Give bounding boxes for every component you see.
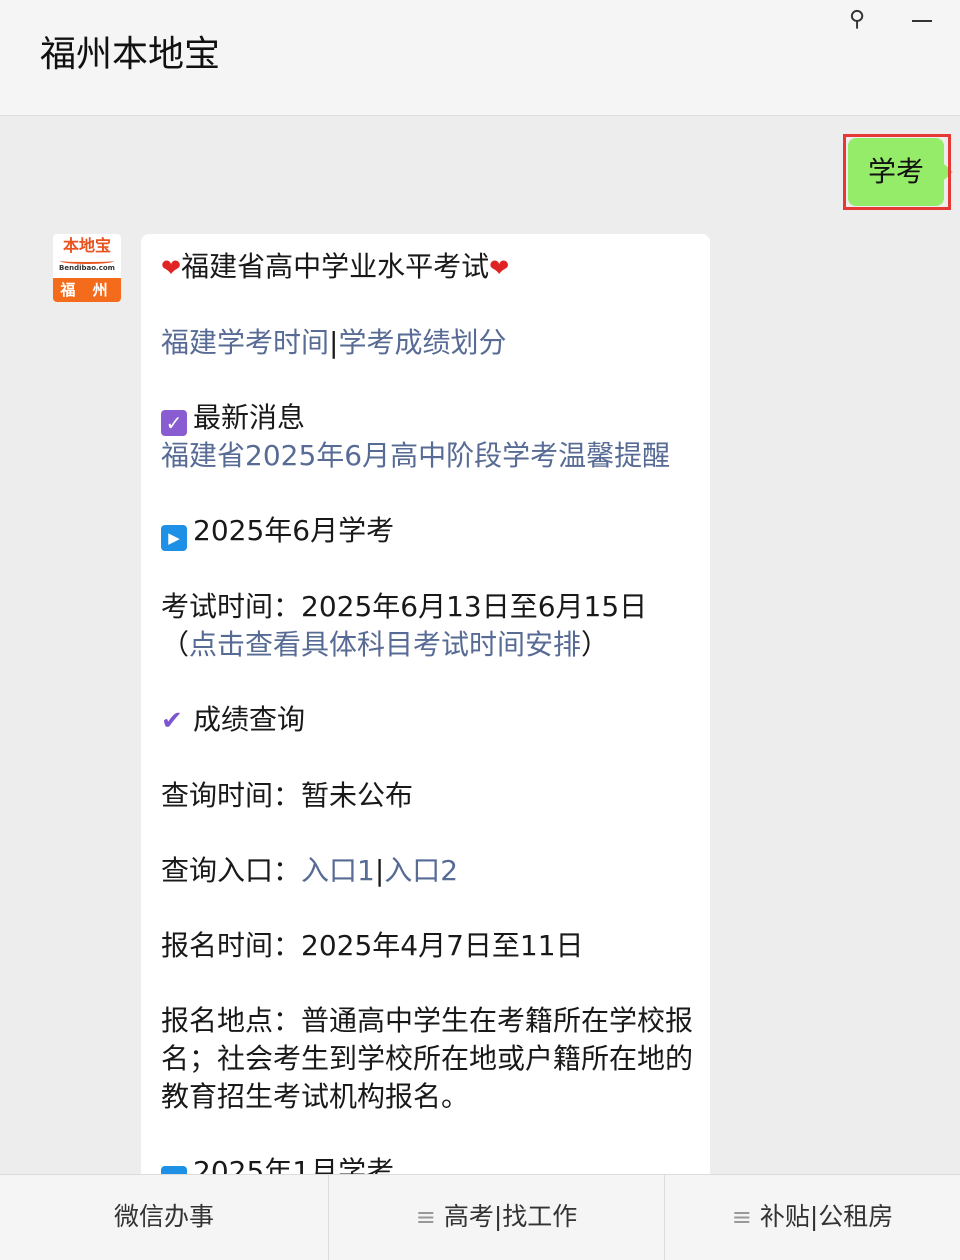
june-exam-heading: ▶ 2025年6月学考 [161, 512, 693, 551]
minimize-icon [912, 20, 932, 22]
reply-message-bubble: ❤福建省高中学业水平考试❤ 福建学考时间|学考成绩划分 ✓ 最新消息 福建省202… [141, 234, 710, 1194]
news-link[interactable]: 福建省2025年6月高中阶段学考温馨提醒 [161, 439, 670, 472]
checkbox-icon: ✓ [161, 410, 187, 436]
checkmark-icon: ✔ [161, 706, 183, 736]
reply-content: ❤福建省高中学业水平考试❤ 福建学考时间|学考成绩划分 ✓ 最新消息 福建省202… [161, 248, 693, 1192]
menu-wechat-services[interactable]: 微信办事 [0, 1175, 329, 1260]
query-time: 查询时间：暂未公布 [161, 779, 414, 812]
menu3-label: 补贴|公租房 [759, 1202, 894, 1231]
minimize-button[interactable] [912, 6, 932, 22]
menu-icon: ≡ [415, 1203, 436, 1231]
exam-time-link[interactable]: 福建学考时间 [161, 326, 329, 359]
entry1-link[interactable]: 入口1 [301, 854, 375, 887]
score-title: 成绩查询 [193, 703, 306, 736]
paren-open: （ [161, 628, 190, 661]
bottom-menu: 微信办事 ≡ 高考|找工作 ≡ 补贴|公租房 [0, 1174, 960, 1260]
exam-time: 考试时间：2025年6月13日至6月15日 [161, 590, 648, 623]
entry-separator: | [374, 854, 385, 887]
news-title: 最新消息 [193, 401, 306, 434]
query-entry: 查询入口：入口1|入口2 [161, 852, 693, 890]
official-account-avatar[interactable]: 本地宝 Bendibao.com 福 州 [53, 234, 121, 302]
message-heading: ❤福建省高中学业水平考试❤ [161, 248, 693, 287]
menu-icon: ≡ [731, 1203, 752, 1231]
pin-icon[interactable]: ⚲ [849, 6, 865, 34]
query-entry-label: 查询入口： [161, 854, 302, 887]
news-heading: ✓ 最新消息 [161, 399, 693, 437]
heart-icon: ❤ [161, 254, 182, 282]
register-place: 报名地点：普通高中学生在考籍所在学校报名；社会考生到学校所在地或户籍所在地的教育… [161, 1004, 694, 1113]
window-header: 福州本地宝 ⚲ [0, 0, 960, 116]
menu2-label: 高考|找工作 [443, 1202, 578, 1231]
avatar-logo: 本地宝 Bendibao.com [53, 234, 121, 278]
play-icon: ▶ [161, 525, 187, 551]
chat-title: 福州本地宝 [40, 34, 221, 75]
schedule-link[interactable]: 点击查看具体科目考试时间安排 [189, 628, 581, 661]
paren-close: ） [581, 628, 610, 661]
quick-links: 福建学考时间|学考成绩划分 [161, 324, 693, 362]
avatar-city: 福 州 [53, 278, 121, 302]
user-message-bubble: 学考 [848, 138, 953, 206]
menu-gaokao-jobs[interactable]: ≡ 高考|找工作 [329, 1175, 665, 1260]
avatar-brand: 本地宝 [62, 236, 111, 255]
heading-text: 福建省高中学业水平考试 [181, 250, 490, 283]
june-title: 2025年6月学考 [193, 514, 395, 547]
menu-subsidy-housing[interactable]: ≡ 补贴|公租房 [665, 1175, 960, 1260]
score-division-link[interactable]: 学考成绩划分 [338, 326, 506, 359]
menu1-label: 微信办事 [113, 1202, 214, 1231]
avatar-site: Bendibao.com [59, 264, 115, 272]
heart-icon: ❤ [489, 254, 510, 282]
entry2-link[interactable]: 入口2 [384, 854, 458, 887]
score-heading: ✔ 成绩查询 [161, 701, 693, 740]
schedule-line: （点击查看具体科目考试时间安排） [161, 626, 693, 664]
register-time: 报名时间：2025年4月7日至11日 [161, 929, 584, 962]
